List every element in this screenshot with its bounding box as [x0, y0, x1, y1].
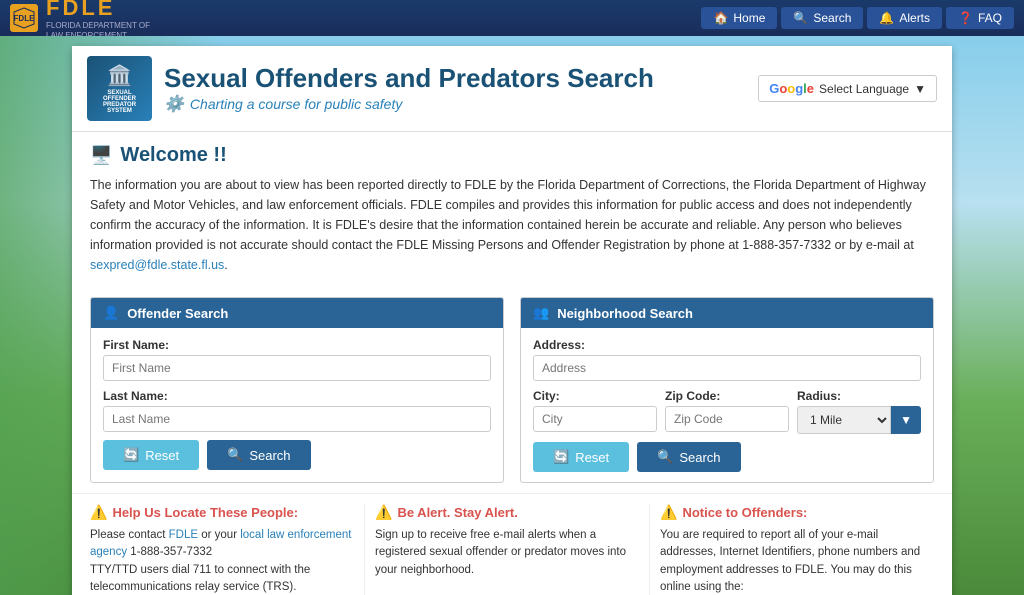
helm-icon: ⚙️: [164, 94, 184, 114]
reset-icon: 🔄: [123, 447, 139, 463]
notice-title: ⚠️ Notice to Offenders:: [660, 504, 924, 521]
home-button[interactable]: 🏠 Home: [701, 7, 777, 29]
welcome-text: The information you are about to view ha…: [90, 175, 934, 275]
city-input[interactable]: [533, 406, 657, 432]
radius-label: Radius:: [797, 389, 921, 403]
offender-search-body: First Name: Last Name: 🔄 Reset 🔍: [91, 328, 503, 480]
alert-icon-2: ⚠️: [375, 504, 392, 521]
address-label: Address:: [533, 338, 921, 352]
reset-icon2: 🔄: [553, 449, 569, 465]
top-navigation: FDLE FDLE FLORIDA DEPARTMENT OF LAW ENFO…: [0, 0, 1024, 36]
sops-logo: 🏛️ SEXUAL OFFENDER PREDATOR SYSTEM: [87, 56, 152, 121]
neighborhood-search-form: 👥 Neighborhood Search Address: City:: [520, 297, 934, 483]
main-wrapper: 🏛️ SEXUAL OFFENDER PREDATOR SYSTEM Sexua…: [0, 36, 1024, 595]
search-icon2: 🔍: [657, 449, 673, 465]
neighborhood-form-buttons: 🔄 Reset 🔍 Search: [533, 442, 921, 472]
offender-search-form: 👤 Offender Search First Name: Last Name:: [90, 297, 504, 483]
offender-search-header: 👤 Offender Search: [91, 298, 503, 328]
footer-col-locate: ⚠️ Help Us Locate These People: Please c…: [90, 504, 365, 595]
monitor-icon: 🖥️: [90, 145, 112, 166]
email-link[interactable]: sexpred@fdle.state.fl.us: [90, 258, 224, 272]
alerts-button[interactable]: 🔔 Alerts: [867, 7, 942, 29]
svg-text:FDLE: FDLE: [14, 14, 35, 23]
alert-icon-1: ⚠️: [90, 504, 107, 521]
alert-text: Sign up to receive free e-mail alerts wh…: [375, 527, 639, 579]
first-name-row: First Name:: [103, 338, 491, 381]
fdle-link[interactable]: FDLE: [169, 529, 198, 541]
offender-reset-button[interactable]: 🔄 Reset: [103, 440, 199, 470]
footer-col-alert: ⚠️ Be Alert. Stay Alert. Sign up to rece…: [365, 504, 650, 595]
panel-header: 🏛️ SEXUAL OFFENDER PREDATOR SYSTEM Sexua…: [72, 46, 952, 132]
locate-title: ⚠️ Help Us Locate These People:: [90, 504, 354, 521]
search-icon: 🔍: [227, 447, 243, 463]
radius-field: Radius: 1 Mile 2 Miles 3 Miles 5 Miles ▼: [797, 389, 921, 434]
first-name-input[interactable]: [103, 355, 491, 381]
search-forms: 👤 Offender Search First Name: Last Name:: [72, 287, 952, 493]
faq-button[interactable]: ❓ FAQ: [946, 7, 1014, 29]
content-panel: 🏛️ SEXUAL OFFENDER PREDATOR SYSTEM Sexua…: [72, 46, 952, 595]
footer-col-notice: ⚠️ Notice to Offenders: You are required…: [650, 504, 934, 595]
city-zip-radius-row: City: Zip Code: Radius: 1 Mile: [533, 389, 921, 434]
search-button[interactable]: 🔍 Search: [781, 7, 863, 29]
neighborhood-icon: 👥: [533, 305, 549, 321]
nav-buttons: 🏠 Home 🔍 Search 🔔 Alerts ❓ FAQ: [701, 7, 1014, 29]
radius-dropdown-button[interactable]: ▼: [891, 406, 921, 434]
page-title: Sexual Offenders and Predators Search: [164, 63, 654, 94]
first-name-label: First Name:: [103, 338, 491, 352]
address-input[interactable]: [533, 355, 921, 381]
offender-icon: 👤: [103, 305, 119, 321]
zip-input[interactable]: [665, 406, 789, 432]
neighborhood-search-header: 👥 Neighborhood Search: [521, 298, 933, 328]
radius-select-wrap: 1 Mile 2 Miles 3 Miles 5 Miles ▼: [797, 406, 921, 434]
locate-text: Please contact FDLE or your local law en…: [90, 527, 354, 595]
last-name-input[interactable]: [103, 406, 491, 432]
neighborhood-search-button[interactable]: 🔍 Search: [637, 442, 740, 472]
address-row: Address:: [533, 338, 921, 381]
fdle-shield: FDLE: [10, 4, 38, 32]
neighborhood-search-body: Address: City: Zip Code: Rad: [521, 328, 933, 482]
header-left: 🏛️ SEXUAL OFFENDER PREDATOR SYSTEM Sexua…: [87, 56, 654, 121]
last-name-row: Last Name:: [103, 389, 491, 432]
notice-text: You are required to report all of your e…: [660, 527, 924, 595]
alert-title: ⚠️ Be Alert. Stay Alert.: [375, 504, 639, 521]
page-subtitle: ⚙️ Charting a course for public safety: [164, 94, 654, 114]
logo-fdle: FDLE: [46, 0, 150, 21]
zip-label: Zip Code:: [665, 389, 789, 403]
neighborhood-reset-button[interactable]: 🔄 Reset: [533, 442, 629, 472]
offender-search-button[interactable]: 🔍 Search: [207, 440, 310, 470]
welcome-title: 🖥️ Welcome !!: [90, 144, 934, 167]
welcome-section: 🖥️ Welcome !! The information you are ab…: [72, 132, 952, 287]
alert-icon-3: ⚠️: [660, 504, 677, 521]
header-text: Sexual Offenders and Predators Search ⚙️…: [164, 63, 654, 114]
last-name-label: Last Name:: [103, 389, 491, 403]
footer-sections: ⚠️ Help Us Locate These People: Please c…: [72, 493, 952, 595]
city-field: City:: [533, 389, 657, 434]
logo-sub1: FLORIDA DEPARTMENT OF: [46, 21, 150, 31]
translate-button[interactable]: Google Select Language ▼: [758, 75, 937, 102]
google-logo: Google: [769, 81, 814, 96]
city-label: City:: [533, 389, 657, 403]
zip-field: Zip Code:: [665, 389, 789, 434]
offender-form-buttons: 🔄 Reset 🔍 Search: [103, 440, 491, 470]
radius-select[interactable]: 1 Mile 2 Miles 3 Miles 5 Miles: [797, 406, 891, 434]
